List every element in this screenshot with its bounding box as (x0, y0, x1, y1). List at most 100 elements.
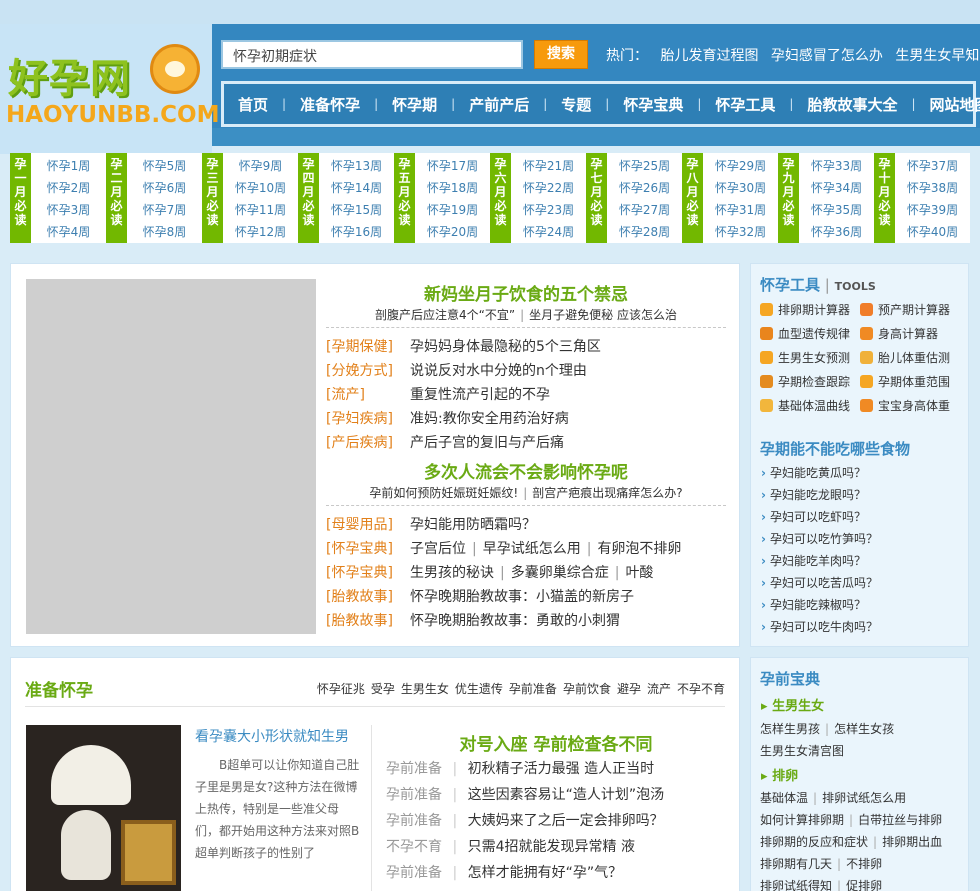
feature-link[interactable]: 准妈:教你安全用药治好病 (410, 411, 569, 427)
week-link[interactable]: 怀孕36周 (799, 221, 874, 243)
sublink[interactable]: 坐月子避免便秘 应该怎么治 (529, 308, 677, 322)
row-category[interactable]: 孕前准备 (386, 761, 442, 777)
guide-link[interactable]: 怎样生男孩 (760, 722, 820, 736)
month-label[interactable]: 孕九月必读 (778, 153, 799, 243)
tool-link[interactable]: 宝宝身高体重 (860, 395, 960, 417)
food-link[interactable]: 孕妇能吃龙眼吗？ (761, 484, 866, 506)
week-link[interactable]: 怀孕9周 (223, 155, 298, 177)
sublink[interactable]: 剖宫产疤痕出现痛痒怎么办? (532, 486, 682, 500)
week-link[interactable]: 怀孕34周 (799, 177, 874, 199)
feature-link[interactable]: 多囊卵巢综合症 (511, 565, 609, 581)
article-title[interactable]: 看孕囊大小形状就知生男 (195, 726, 349, 746)
tool-link[interactable]: 排卵期计算器 (760, 299, 860, 321)
sublink[interactable]: 孕前如何预防妊娠斑妊娠纹! (369, 486, 518, 500)
food-link[interactable]: 孕妇可以吃竹笋吗？ (761, 528, 878, 550)
tool-link[interactable]: 生男生女预测 (760, 347, 860, 369)
week-link[interactable]: 怀孕19周 (415, 199, 490, 221)
week-link[interactable]: 怀孕26周 (607, 177, 682, 199)
article-image[interactable] (26, 725, 181, 891)
month-label[interactable]: 孕六月必读 (490, 153, 511, 243)
guide-link[interactable]: 排卵试纸怎么用 (822, 791, 906, 805)
week-link[interactable]: 怀孕18周 (415, 177, 490, 199)
week-link[interactable]: 怀孕37周 (895, 155, 970, 177)
week-link[interactable]: 怀孕30周 (703, 177, 778, 199)
week-link[interactable]: 怀孕39周 (895, 199, 970, 221)
week-link[interactable]: 怀孕27周 (607, 199, 682, 221)
week-link[interactable]: 怀孕23周 (511, 199, 586, 221)
week-link[interactable]: 怀孕16周 (319, 221, 394, 243)
guide-link[interactable]: 基础体温 (760, 791, 808, 805)
week-link[interactable]: 怀孕6周 (127, 177, 202, 199)
week-link[interactable]: 怀孕33周 (799, 155, 874, 177)
row-link[interactable]: 怎样才能拥有好“孕”气？ (468, 865, 623, 881)
tool-link[interactable]: 预产期计算器 (860, 299, 960, 321)
week-link[interactable]: 怀孕35周 (799, 199, 874, 221)
food-link[interactable]: 孕妇可以吃虾吗？ (761, 506, 866, 528)
week-link[interactable]: 怀孕13周 (319, 155, 394, 177)
week-link[interactable]: 怀孕40周 (895, 221, 970, 243)
row-link[interactable]: 只需4招就能发现异常精 液 (468, 839, 635, 855)
feature-link[interactable]: 怀孕晚期胎教故事：小猫盖的新房子 (410, 589, 634, 605)
week-link[interactable]: 怀孕20周 (415, 221, 490, 243)
tool-link[interactable]: 血型遗传规律 (760, 323, 860, 345)
category-tag[interactable]: [怀孕宝典] (326, 537, 410, 561)
guide-link[interactable]: 如何计算排卵期 (760, 813, 844, 827)
tool-link[interactable]: 孕期检查跟踪 (760, 371, 860, 393)
nav-guide[interactable]: 怀孕宝典 (609, 94, 697, 115)
feature-headline[interactable]: 多次人流会不会影响怀孕呢 (326, 458, 726, 483)
week-link[interactable]: 怀孕7周 (127, 199, 202, 221)
guide-link[interactable]: 排卵试纸得知 (760, 879, 832, 891)
week-link[interactable]: 怀孕3周 (31, 199, 106, 221)
nav-prenatal-postnatal[interactable]: 产前产后 (455, 94, 543, 115)
feature-link[interactable]: 产后子宫的复旧与产后痛 (410, 435, 564, 451)
row-link[interactable]: 初秋精子活力最强 造人正当时 (468, 761, 654, 777)
week-link[interactable]: 怀孕17周 (415, 155, 490, 177)
feature-link[interactable]: 孕妇能用防晒霜吗？ (410, 517, 536, 533)
category-tag[interactable]: [胎教故事] (326, 585, 410, 609)
week-link[interactable]: 怀孕22周 (511, 177, 586, 199)
guide-link[interactable]: 促排卵 (846, 879, 882, 891)
guide-link[interactable]: 不排卵 (846, 857, 882, 871)
week-link[interactable]: 怀孕25周 (607, 155, 682, 177)
category-tag[interactable]: [怀孕宝典] (326, 561, 410, 585)
feature-image[interactable] (26, 279, 316, 634)
nav-prepare[interactable]: 准备怀孕 (286, 94, 374, 115)
week-link[interactable]: 怀孕24周 (511, 221, 586, 243)
row-category[interactable]: 孕前准备 (386, 813, 442, 829)
search-input[interactable]: 怀孕初期症状 (221, 40, 523, 69)
feature-link[interactable]: 说说反对水中分娩的n个理由 (410, 363, 587, 379)
week-link[interactable]: 怀孕12周 (223, 221, 298, 243)
prepare-headline[interactable]: 对号入座 孕前检查各不同 (381, 730, 731, 755)
tool-link[interactable]: 孕期体重范围 (860, 371, 960, 393)
row-category[interactable]: 孕前准备 (386, 787, 442, 803)
hot-link[interactable]: 孕妇感冒了怎么办 (771, 48, 883, 64)
tool-link[interactable]: 身高计算器 (860, 323, 960, 345)
month-label[interactable]: 孕三月必读 (202, 153, 223, 243)
week-link[interactable]: 怀孕14周 (319, 177, 394, 199)
prepare-link[interactable]: 流产 (647, 682, 671, 696)
site-logo[interactable]: 好孕网 HAOYUNBB.COM (0, 24, 219, 154)
guide-link[interactable]: 排卵期有几天 (760, 857, 832, 871)
guide-link[interactable]: 排卵期的反应和症状 (760, 835, 868, 849)
prepare-link[interactable]: 生男生女 (401, 682, 449, 696)
food-link[interactable]: 孕妇能吃辣椒吗？ (761, 594, 866, 616)
guide-link[interactable]: 排卵期出血 (882, 835, 942, 849)
nav-sitemap[interactable]: 网站地图 (916, 94, 980, 115)
row-link[interactable]: 大姨妈来了之后一定会排卵吗？ (468, 813, 664, 829)
category-tag[interactable]: [胎教故事] (326, 609, 410, 633)
prepare-link[interactable]: 不孕不育 (677, 682, 725, 696)
week-link[interactable]: 怀孕31周 (703, 199, 778, 221)
tool-link[interactable]: 胎儿体重估测 (860, 347, 960, 369)
nav-topics[interactable]: 专题 (547, 94, 605, 115)
tool-link[interactable]: 基础体温曲线 (760, 395, 860, 417)
guide-link[interactable]: 生男生女清宫图 (760, 744, 844, 758)
row-category[interactable]: 不孕不育 (386, 839, 442, 855)
week-link[interactable]: 怀孕28周 (607, 221, 682, 243)
week-link[interactable]: 怀孕15周 (319, 199, 394, 221)
month-label[interactable]: 孕八月必读 (682, 153, 703, 243)
week-link[interactable]: 怀孕10周 (223, 177, 298, 199)
month-label[interactable]: 孕一月必读 (10, 153, 31, 243)
category-tag[interactable]: [孕妇疾病] (326, 407, 410, 431)
week-link[interactable]: 怀孕29周 (703, 155, 778, 177)
month-label[interactable]: 孕七月必读 (586, 153, 607, 243)
